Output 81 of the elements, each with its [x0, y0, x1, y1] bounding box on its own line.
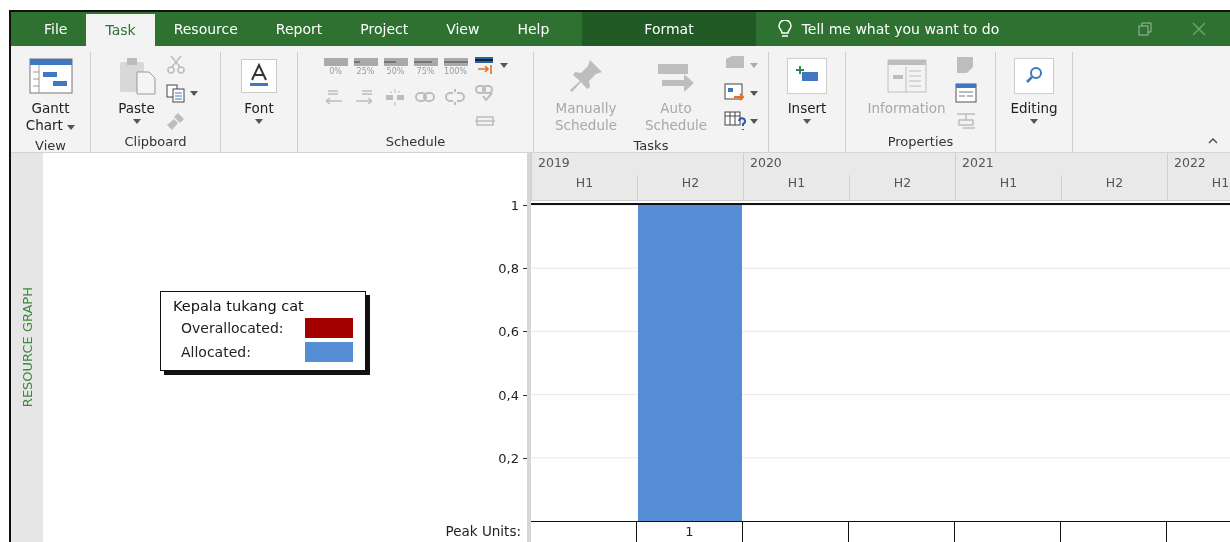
axis-label: 0,6 [498, 323, 519, 339]
ribbon-tab[interactable]: View [427, 12, 499, 46]
gantt-chart-button[interactable]: Gantt Chart [19, 52, 82, 136]
axis-tick [523, 268, 527, 270]
half-year-label: H1 [531, 175, 637, 200]
font-icon [241, 59, 277, 93]
group-label: Schedule [384, 133, 447, 151]
peak-units-label: Peak Units: [445, 523, 521, 539]
tell-me-field[interactable]: Tell me what you want to do [801, 21, 1000, 37]
axis-label: 0,8 [498, 260, 519, 276]
caret-icon [255, 119, 263, 124]
half-year-label: H1 [1167, 175, 1230, 200]
peak-units-cell: 1 [637, 522, 743, 542]
group-label: Properties [886, 133, 955, 151]
ribbon-button[interactable]: Paste [113, 52, 160, 126]
axis-label: 0,2 [498, 450, 519, 466]
axis-label: 1 [510, 197, 519, 213]
details-icon [954, 83, 977, 103]
caret-icon [499, 62, 508, 68]
group-label: View [34, 137, 67, 155]
paintbrush-icon [165, 111, 186, 131]
legend-label: Overallocated: [181, 320, 284, 336]
collapse-ribbon-icon[interactable] [1208, 138, 1218, 144]
half-year-label: H1 [743, 175, 849, 200]
legend-title: Kepala tukang cat [173, 298, 305, 314]
ribbon-button[interactable]: Insert [784, 52, 830, 126]
axis-tick [523, 394, 527, 396]
caret-icon [132, 119, 141, 124]
split-task-icon [383, 88, 406, 106]
ribbon-tab[interactable]: Resource [154, 12, 257, 46]
unlink-icon [443, 88, 466, 106]
half-year-label: H2 [1061, 175, 1167, 200]
ribbon-tab[interactable]: Project [341, 12, 428, 46]
axis-label: 0,4 [498, 387, 519, 403]
half-year-label: H1 [955, 175, 1061, 200]
search-icon [1014, 58, 1054, 94]
pushpin-icon [568, 58, 604, 94]
group-label: Tasks [632, 137, 670, 155]
small-ribbon-button[interactable] [473, 54, 508, 76]
caret-icon [1030, 119, 1038, 124]
notes-icon [954, 55, 975, 75]
axis-tick [523, 331, 527, 333]
inactivate-icon [473, 114, 496, 128]
half-year-label: H2 [849, 175, 955, 200]
year-label: 2022 [1167, 153, 1230, 175]
ribbon-tab[interactable]: Format [582, 12, 756, 46]
link-check-icon [473, 84, 496, 102]
axis-tick [523, 457, 527, 459]
year-label: 2020 [743, 153, 955, 175]
calendar-question-icon [724, 111, 746, 131]
ribbon-button[interactable]: Editing [1007, 52, 1061, 126]
add-to-timeline-icon [954, 111, 977, 131]
close-icon[interactable] [1192, 22, 1206, 36]
caret-icon [750, 118, 758, 124]
ribbon-button[interactable]: Font [238, 52, 280, 126]
axis-tick [523, 205, 527, 206]
insert-task-icon [787, 58, 827, 94]
caret-icon [750, 62, 758, 68]
year-label: 2019 [531, 153, 743, 175]
scissors-icon [165, 55, 186, 75]
caret-icon [750, 90, 758, 96]
caret-icon [67, 125, 76, 130]
ribbon-tab[interactable]: Report [256, 12, 342, 46]
caret-icon [803, 119, 811, 124]
ribbon-tab[interactable]: File [25, 12, 87, 46]
lightbulb-icon [777, 20, 792, 38]
year-label: 2021 [955, 153, 1167, 175]
half-year-label: H2 [637, 175, 743, 200]
legend-label: Allocated: [181, 344, 251, 360]
restore-icon[interactable] [1138, 22, 1152, 36]
small-ribbon-button[interactable] [165, 82, 198, 104]
ribbon-tab[interactable]: Help [498, 12, 569, 46]
ribbon-tab[interactable]: Task [86, 14, 155, 46]
small-ribbon-button[interactable] [724, 110, 758, 132]
information-icon [886, 59, 927, 93]
gantt-chart-icon [28, 58, 73, 94]
view-label: RESOURCE GRAPH [19, 287, 35, 408]
group-label: Clipboard [123, 133, 188, 151]
caret-icon [189, 90, 198, 96]
task-bar-icon [473, 55, 496, 75]
copy-icon [165, 83, 186, 103]
